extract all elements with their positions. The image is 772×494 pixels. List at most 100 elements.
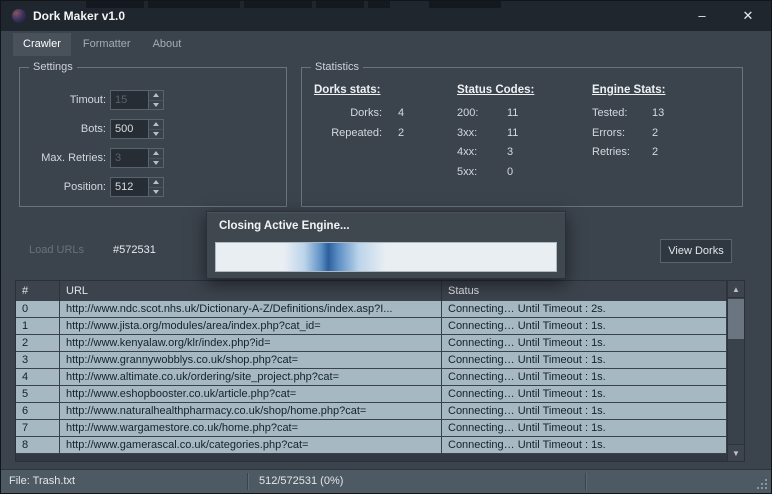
position-stepper[interactable]: 512 — [110, 177, 164, 197]
statistics-group: Statistics Dorks stats: Dorks:4 Repeated… — [301, 67, 743, 207]
bots-label: Bots: — [28, 123, 106, 135]
status-file-label: File: Trash.txt — [9, 470, 75, 493]
chevron-up-icon — [153, 151, 159, 155]
status-progress-label: 512/572531 (0%) — [259, 470, 343, 493]
max-retries-row: Max. Retries: 3 — [28, 148, 286, 168]
statusbar-divider — [585, 473, 586, 490]
spin-up-button[interactable] — [149, 178, 163, 187]
app-icon — [12, 9, 26, 23]
dorks-stats-column: Dorks stats: Dorks:4 Repeated:2 — [314, 84, 404, 143]
tab-about[interactable]: About — [143, 33, 192, 56]
dorks-stats-header: Dorks stats: — [314, 84, 404, 96]
cell-status: Connecting… Until Timeout : 2s. — [442, 301, 727, 317]
retries-label: Retries: — [592, 143, 644, 163]
position-value: 512 — [111, 178, 148, 196]
background-window-artifact — [148, 1, 240, 8]
bots-stepper[interactable]: 500 — [110, 119, 164, 139]
spin-down-button[interactable] — [149, 129, 163, 139]
closing-progress-bar — [215, 242, 557, 272]
code-3xx-label: 3xx: — [457, 124, 491, 144]
settings-legend: Settings — [29, 61, 77, 74]
engine-stats-header: Engine Stats: — [592, 84, 665, 96]
cell-status: Connecting… Until Timeout : 1s. — [442, 386, 727, 402]
code-200-value: 11 — [507, 107, 518, 119]
table-row[interactable]: 5http://www.eshopbooster.co.uk/article.p… — [16, 386, 727, 403]
code-4xx-label: 4xx: — [457, 143, 491, 163]
repeated-label: Repeated: — [314, 124, 382, 144]
cell-url: http://www.gamerascal.co.uk/categories.p… — [60, 437, 442, 453]
settings-group: Settings Timout: 15 Bots: 500 — [19, 67, 287, 207]
code-5xx-label: 5xx: — [457, 163, 491, 183]
spin-up-button[interactable] — [149, 91, 163, 100]
max-retries-stepper[interactable]: 3 — [110, 148, 164, 168]
cell-index: 8 — [16, 437, 60, 453]
cell-url: http://www.wargamestore.co.uk/home.php?c… — [60, 420, 442, 436]
app-window: Dork Maker v1.0 – ✕ Crawler Formatter Ab… — [0, 0, 772, 494]
tab-formatter[interactable]: Formatter — [73, 33, 141, 56]
background-window-artifact — [244, 1, 312, 8]
code-5xx-value: 0 — [507, 166, 513, 178]
retries-value: 2 — [652, 146, 658, 158]
cell-status: Connecting… Until Timeout : 1s. — [442, 369, 727, 385]
cell-url: http://www.ndc.scot.nhs.uk/Dictionary-A-… — [60, 301, 442, 317]
tested-value: 13 — [652, 107, 664, 119]
cell-index: 4 — [16, 369, 60, 385]
spin-down-button[interactable] — [149, 158, 163, 168]
timeout-stepper[interactable]: 15 — [110, 90, 164, 110]
spin-up-button[interactable] — [149, 149, 163, 158]
vertical-scrollbar[interactable]: ▲ ▼ — [727, 281, 744, 461]
table-row[interactable]: 2http://www.kenyalaw.org/klr/index.php?i… — [16, 335, 727, 352]
table-row[interactable]: 4http://www.altimate.co.uk/ordering/site… — [16, 369, 727, 386]
timeout-row: Timout: 15 — [28, 90, 286, 110]
table-row[interactable]: 6http://www.naturalhealthpharmacy.co.uk/… — [16, 403, 727, 420]
load-urls-button[interactable]: Load URLs — [29, 244, 84, 256]
status-codes-header: Status Codes: — [457, 84, 534, 96]
cell-url: http://www.eshopbooster.co.uk/article.ph… — [60, 386, 442, 402]
column-header-status[interactable]: Status — [442, 281, 727, 301]
background-window-artifact — [316, 1, 364, 8]
code-200-label: 200: — [457, 104, 491, 124]
cell-url: http://www.altimate.co.uk/ordering/site_… — [60, 369, 442, 385]
scrollbar-thumb[interactable] — [728, 299, 744, 339]
table-row[interactable]: 7http://www.wargamestore.co.uk/home.php?… — [16, 420, 727, 437]
errors-label: Errors: — [592, 124, 644, 144]
column-header-url[interactable]: URL — [60, 281, 442, 301]
tab-bar: Crawler Formatter About — [13, 33, 191, 56]
scroll-down-button[interactable]: ▼ — [728, 444, 744, 461]
spin-down-button[interactable] — [149, 187, 163, 197]
cell-index: 7 — [16, 420, 60, 436]
spin-up-button[interactable] — [149, 120, 163, 129]
background-window-artifact — [86, 1, 144, 8]
view-dorks-button[interactable]: View Dorks — [660, 239, 732, 263]
position-row: Position: 512 — [28, 177, 286, 197]
cell-url: http://www.naturalhealthpharmacy.co.uk/s… — [60, 403, 442, 419]
resize-grip-icon[interactable] — [765, 487, 767, 489]
tab-crawler[interactable]: Crawler — [13, 33, 71, 56]
cell-url: http://www.grannywobblys.co.uk/shop.php?… — [60, 352, 442, 368]
bots-row: Bots: 500 — [28, 119, 286, 139]
bots-value: 500 — [111, 120, 148, 138]
close-button[interactable]: ✕ — [731, 1, 765, 31]
chevron-down-icon — [153, 103, 159, 107]
table-row[interactable]: 8http://www.gamerascal.co.uk/categories.… — [16, 437, 727, 454]
minimize-button[interactable]: – — [685, 1, 719, 31]
scroll-up-button[interactable]: ▲ — [728, 281, 744, 298]
table-row[interactable]: 0http://www.ndc.scot.nhs.uk/Dictionary-A… — [16, 301, 727, 318]
timeout-value: 15 — [111, 91, 148, 109]
max-retries-label: Max. Retries: — [28, 152, 106, 164]
spin-down-button[interactable] — [149, 100, 163, 110]
chevron-down-icon — [153, 190, 159, 194]
table-row[interactable]: 1http://www.jista.org/modules/area/index… — [16, 318, 727, 335]
code-4xx-value: 3 — [507, 146, 513, 158]
chevron-up-icon — [153, 93, 159, 97]
url-counter: #572531 — [113, 244, 156, 256]
cell-status: Connecting… Until Timeout : 1s. — [442, 318, 727, 334]
status-codes-column: Status Codes: 200:11 3xx:11 4xx:3 5xx:0 — [457, 84, 534, 182]
tested-label: Tested: — [592, 104, 644, 124]
closing-engine-dialog: Closing Active Engine... — [206, 211, 566, 279]
cell-status: Connecting… Until Timeout : 1s. — [442, 420, 727, 436]
table-row[interactable]: 3http://www.grannywobblys.co.uk/shop.php… — [16, 352, 727, 369]
cell-status: Connecting… Until Timeout : 1s. — [442, 403, 727, 419]
column-header-index[interactable]: # — [16, 281, 60, 301]
cell-status: Connecting… Until Timeout : 1s. — [442, 352, 727, 368]
